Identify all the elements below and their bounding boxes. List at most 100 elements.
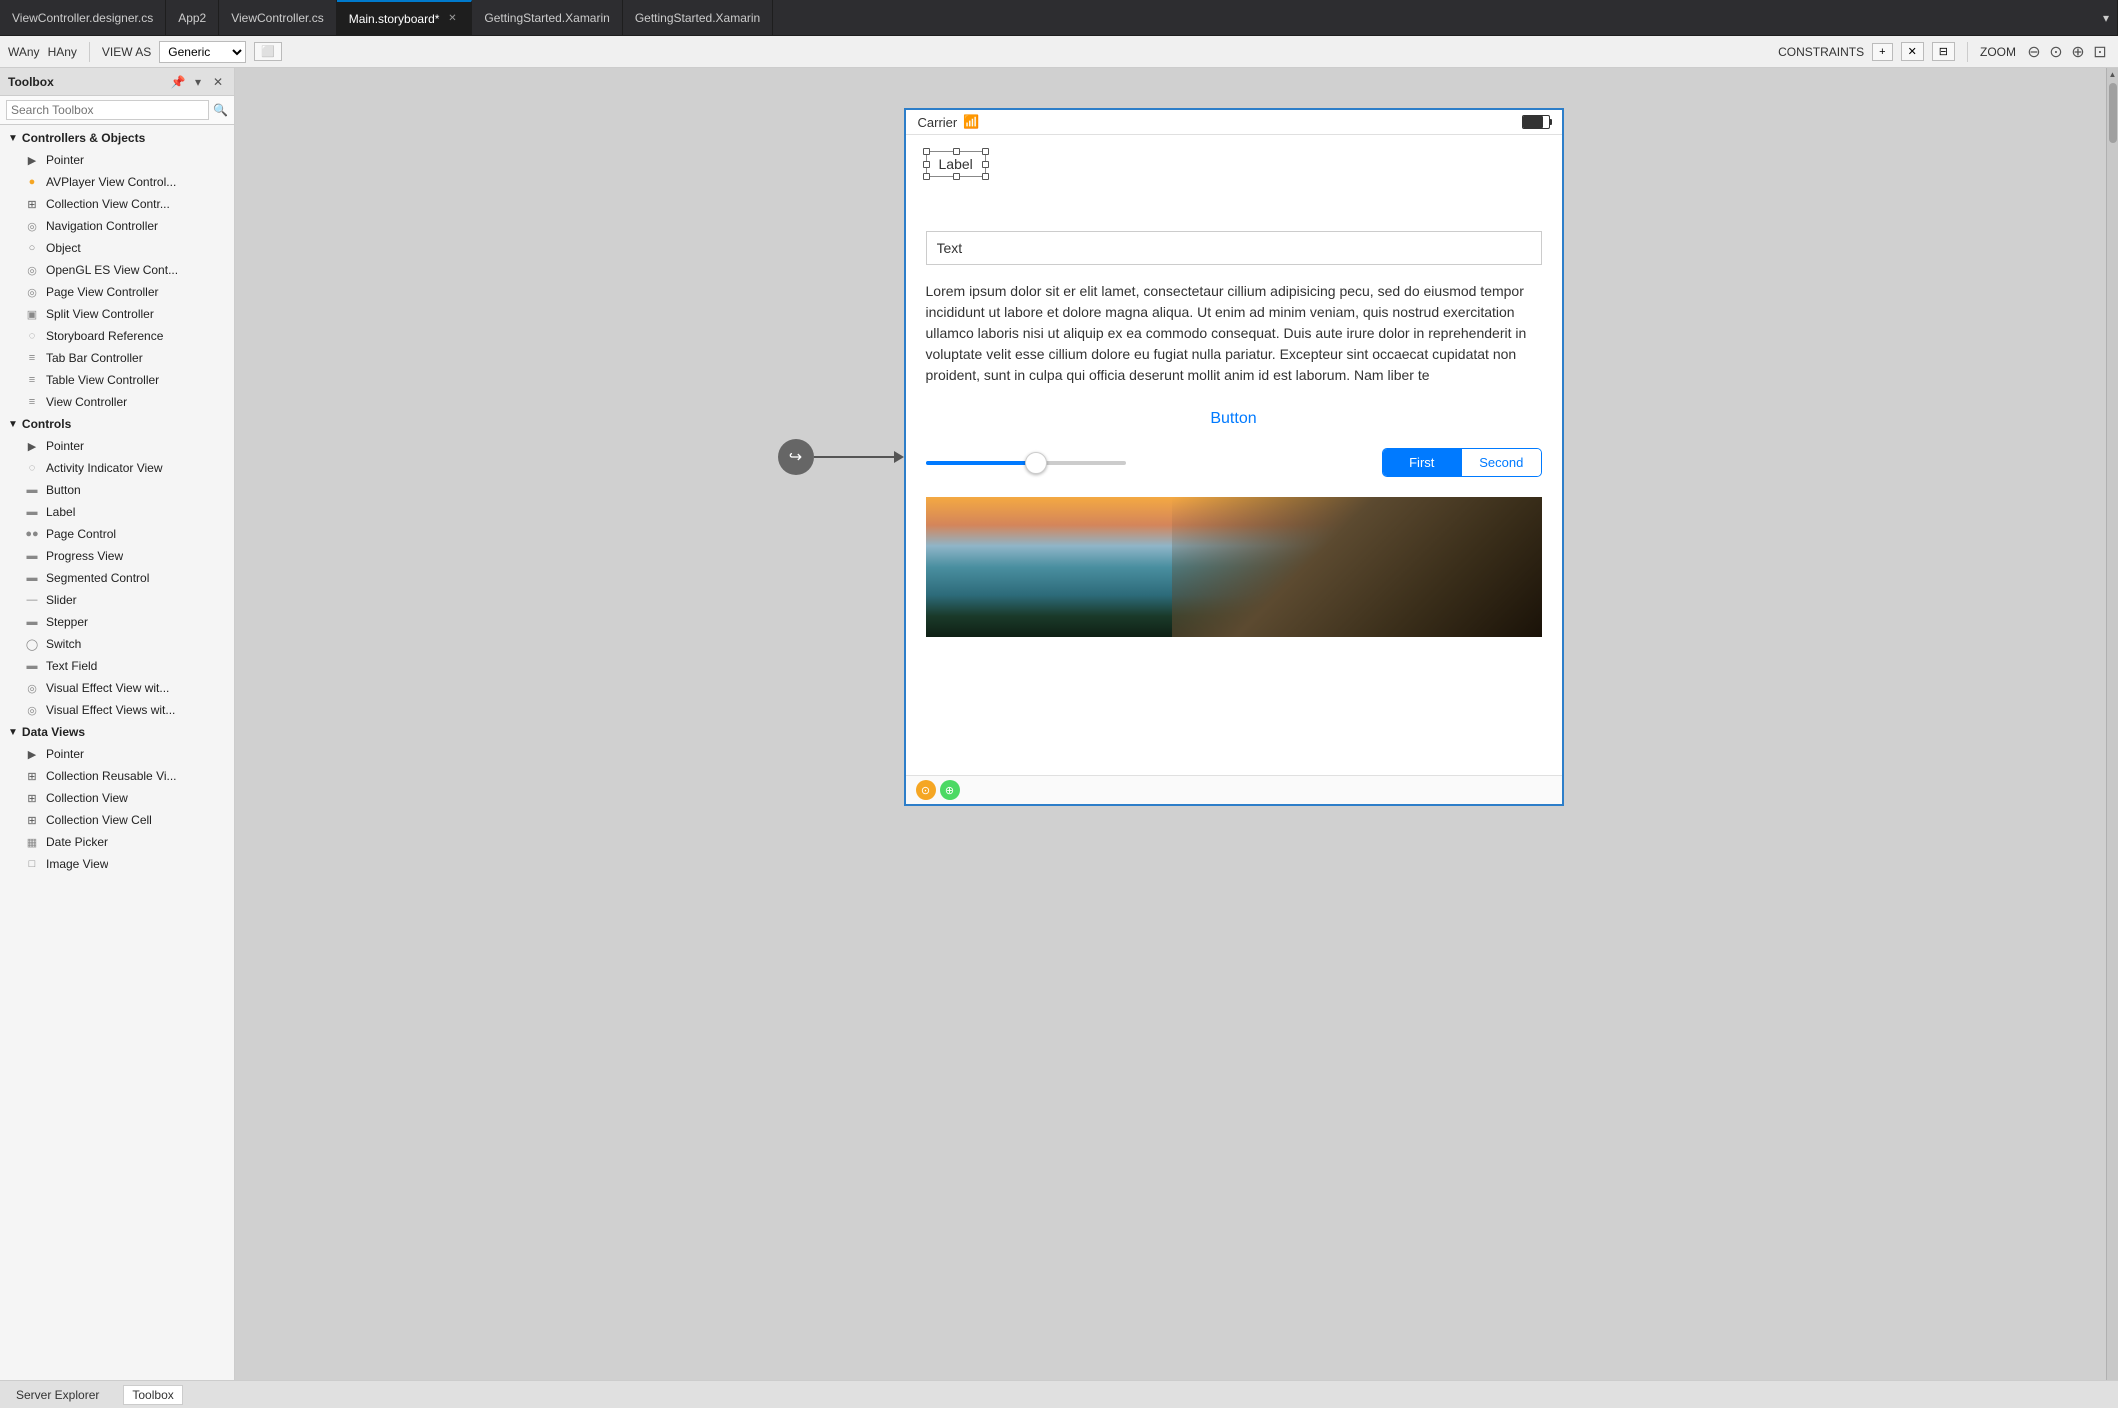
ios-button-widget[interactable]: Button	[926, 410, 1542, 428]
handle-middle-right[interactable]	[982, 161, 989, 168]
handle-bottom-middle[interactable]	[953, 173, 960, 180]
canvas-scrollbar-vertical[interactable]: ▲	[2106, 68, 2118, 1380]
toolbox-item-segmented-ctrl[interactable]: ▬ Segmented Control	[0, 567, 234, 589]
toolbox-pin-icon[interactable]: 📌	[170, 75, 186, 89]
label-widget-text: Label	[939, 156, 973, 172]
toolbox-item-view-ctrl[interactable]: ≡ View Controller	[0, 391, 234, 413]
toolbox-item-collection-view[interactable]: ⊞ Collection View	[0, 787, 234, 809]
toolbox-item-page-control[interactable]: ●● Page Control	[0, 523, 234, 545]
seg-second-button[interactable]: Second	[1462, 449, 1541, 476]
toolbox-icon-slider: —	[24, 592, 40, 608]
toolbox-label-split-view-ctrl: Split View Controller	[46, 307, 154, 321]
bottom-tab-server-explorer-label: Server Explorer	[16, 1388, 99, 1402]
toolbox-group-data-views[interactable]: ▼Data Views	[0, 721, 234, 743]
handle-top-middle[interactable]	[953, 148, 960, 155]
tab-getting-started-2-label: GettingStarted.Xamarin	[635, 11, 760, 25]
toolbox-item-tab-bar-ctrl[interactable]: ≡ Tab Bar Controller	[0, 347, 234, 369]
toolbox-item-slider[interactable]: — Slider	[0, 589, 234, 611]
toolbox-label-collection-view-ctrl: Collection View Contr...	[46, 197, 170, 211]
tab-getting-started-1[interactable]: GettingStarted.Xamarin	[472, 0, 622, 35]
zoom-out-icon[interactable]: ⊖	[2024, 42, 2044, 62]
slider-widget[interactable]	[926, 461, 1126, 465]
constraint-options-button[interactable]: ⊟	[1932, 42, 1955, 61]
toolbox-group-controllers[interactable]: ▼Controllers & Objects	[0, 127, 234, 149]
toolbox-item-stepper[interactable]: ▬ Stepper	[0, 611, 234, 633]
search-input[interactable]	[6, 100, 209, 120]
tab-app2[interactable]: App2	[166, 0, 219, 35]
search-icon: 🔍	[213, 103, 228, 117]
toolbox-label-button: Button	[46, 483, 81, 497]
toolbox-icon-pointer-ctrl: ▶	[24, 152, 40, 168]
toolbox-item-visual-effect-1[interactable]: ◎ Visual Effect View wit...	[0, 677, 234, 699]
zoom-reset-icon[interactable]: ⊙	[2046, 42, 2066, 62]
scene-icon-yellow[interactable]: ⊙	[916, 780, 936, 800]
toolbox-label-label: Label	[46, 505, 75, 519]
toolbox-item-storyboard-ref[interactable]: ◌ Storyboard Reference	[0, 325, 234, 347]
toolbox-item-switch[interactable]: ◯ Switch	[0, 633, 234, 655]
tab-vc-designer[interactable]: ViewController.designer.cs	[0, 0, 166, 35]
handle-bottom-left[interactable]	[923, 173, 930, 180]
toolbox-item-collection-view-ctrl[interactable]: ⊞ Collection View Contr...	[0, 193, 234, 215]
slider-thumb[interactable]	[1025, 452, 1047, 474]
bottom-tab-server-explorer[interactable]: Server Explorer	[8, 1386, 107, 1404]
scene-icon-green[interactable]: ⊕	[940, 780, 960, 800]
handle-top-left[interactable]	[923, 148, 930, 155]
ios-scene-bottom-bar: ⊙ ⊕	[906, 775, 1562, 804]
remove-constraint-button[interactable]: ✕	[1901, 42, 1924, 61]
toolbox-item-avplayer[interactable]: ● AVPlayer View Control...	[0, 171, 234, 193]
toolbox-item-page-view-ctrl[interactable]: ◎ Page View Controller	[0, 281, 234, 303]
close-icon[interactable]: ✕	[445, 12, 459, 26]
toolbox-item-table-view-ctrl[interactable]: ≡ Table View Controller	[0, 369, 234, 391]
toolbox-label-pointer-data: Pointer	[46, 747, 84, 761]
aspect-ratio-button[interactable]: ⬜	[254, 42, 282, 61]
toolbox-label-image-view: Image View	[46, 857, 108, 871]
toolbox-item-image-view[interactable]: □ Image View	[0, 853, 234, 875]
add-constraint-button[interactable]: +	[1872, 43, 1892, 61]
slider-segmented-row: First Second	[926, 448, 1542, 477]
canvas-area[interactable]: ↪ Carrier 📶	[235, 68, 2106, 1380]
zoom-in-icon[interactable]: ⊕	[2068, 42, 2088, 62]
toolbox-item-label[interactable]: ▬ Label	[0, 501, 234, 523]
handle-middle-left[interactable]	[923, 161, 930, 168]
toolbox-label-page-control: Page Control	[46, 527, 116, 541]
toolbox-item-button[interactable]: ▬ Button	[0, 479, 234, 501]
view-as-select[interactable]: Generic iPhone 4s iPhone SE iPhone 8	[159, 41, 246, 63]
toolbox-item-pointer-controls[interactable]: ▶ Pointer	[0, 435, 234, 457]
toolbox-icon-date-picker: ▦	[24, 834, 40, 850]
toolbox-item-activity-indicator[interactable]: ◌ Activity Indicator View	[0, 457, 234, 479]
handle-top-right[interactable]	[982, 148, 989, 155]
tab-main-storyboard[interactable]: Main.storyboard* ✕	[337, 0, 473, 35]
label-widget[interactable]: Label	[926, 151, 986, 177]
toolbox-item-text-field[interactable]: ▬ Text Field	[0, 655, 234, 677]
seg-first-button[interactable]: First	[1383, 449, 1462, 476]
toolbox-item-object[interactable]: ○ Object	[0, 237, 234, 259]
toolbox-group-controls[interactable]: ▼Controls	[0, 413, 234, 435]
toolbox-item-date-picker[interactable]: ▦ Date Picker	[0, 831, 234, 853]
toolbox-header: Toolbox 📌 ▾ ✕	[0, 68, 234, 96]
toolbox-item-opengl[interactable]: ◎ OpenGL ES View Cont...	[0, 259, 234, 281]
segmented-control-widget: First Second	[1382, 448, 1542, 477]
toolbox-item-visual-effect-2[interactable]: ◎ Visual Effect Views wit...	[0, 699, 234, 721]
toolbar-separator-1	[89, 42, 90, 62]
toolbox-item-split-view-ctrl[interactable]: ▣ Split View Controller	[0, 303, 234, 325]
tab-vc-cs[interactable]: ViewController.cs	[219, 0, 336, 35]
toolbox-item-pointer-data[interactable]: ▶ Pointer	[0, 743, 234, 765]
toolbox-item-progress-view[interactable]: ▬ Progress View	[0, 545, 234, 567]
zoom-fit-icon[interactable]: ⊡	[2090, 42, 2110, 62]
toolbox-item-collection-view-cell[interactable]: ⊞ Collection View Cell	[0, 809, 234, 831]
toolbox-label-avplayer: AVPlayer View Control...	[46, 175, 176, 189]
bottom-tab-toolbox[interactable]: Toolbox	[123, 1385, 182, 1405]
scroll-up-arrow[interactable]: ▲	[2109, 70, 2117, 79]
toolbox-item-pointer-ctrl[interactable]: ▶ Pointer	[0, 149, 234, 171]
scroll-thumb-vertical[interactable]	[2109, 83, 2117, 143]
toolbox-item-navigation-ctrl[interactable]: ◎ Navigation Controller	[0, 215, 234, 237]
toolbox-icon-stepper: ▬	[24, 614, 40, 630]
toolbox-close-icon[interactable]: ✕	[210, 75, 226, 89]
handle-bottom-right[interactable]	[982, 173, 989, 180]
tab-getting-started-2[interactable]: GettingStarted.Xamarin	[623, 0, 773, 35]
toolbox-dropdown-icon[interactable]: ▾	[190, 75, 206, 89]
text-field-widget[interactable]	[926, 231, 1542, 265]
tab-dropdown[interactable]: ▾	[2095, 0, 2118, 35]
toolbox-icon-image-view: □	[24, 856, 40, 872]
toolbox-item-collection-reusable[interactable]: ⊞ Collection Reusable Vi...	[0, 765, 234, 787]
